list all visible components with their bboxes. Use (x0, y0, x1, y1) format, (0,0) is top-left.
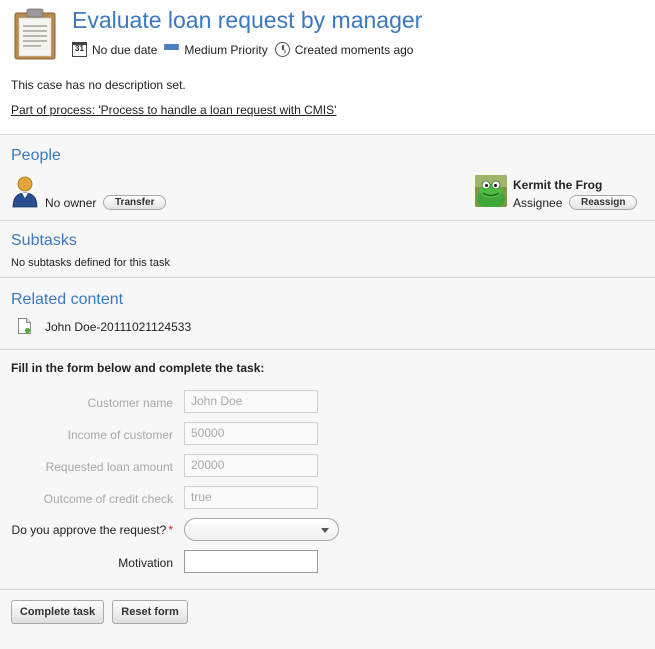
document-icon (18, 318, 31, 334)
clock-icon (274, 42, 290, 57)
assignee-name: Kermit the Frog (513, 178, 603, 192)
divider (0, 277, 655, 278)
approve-label-text: Do you approve the request? (11, 523, 167, 537)
process-link[interactable]: Part of process: 'Process to handle a lo… (11, 103, 336, 117)
people-heading: People (11, 147, 61, 164)
subtasks-heading: Subtasks (11, 232, 77, 249)
required-marker: * (168, 523, 173, 537)
priority[interactable]: Medium Priority (164, 42, 268, 57)
transfer-button[interactable]: Transfer (103, 195, 167, 210)
task-title: Evaluate loan request by manager (72, 7, 423, 33)
chevron-down-icon (321, 528, 329, 533)
customer-name-field: John Doe (184, 390, 318, 413)
credit-check-label: Outcome of credit check (43, 492, 173, 506)
divider (0, 589, 655, 590)
approve-label: Do you approve the request? * (10, 523, 173, 537)
complete-task-button[interactable]: Complete task (11, 600, 104, 624)
avatar (475, 175, 507, 207)
user-icon (12, 176, 38, 208)
loan-amount-label: Requested loan amount (45, 460, 173, 474)
created-label: Created moments ago (294, 42, 414, 57)
divider (0, 220, 655, 221)
related-heading: Related content (11, 291, 124, 308)
income-label: Income of customer (67, 428, 173, 442)
customer-name-label: Customer name (87, 396, 173, 410)
motivation-label: Motivation (118, 556, 173, 570)
created-info: Created moments ago (274, 42, 414, 57)
reset-form-button[interactable]: Reset form (112, 600, 188, 624)
assignee-role: Assignee (513, 196, 563, 210)
due-date-label: No due date (92, 42, 158, 57)
clipboard-icon (14, 8, 56, 60)
task-description: This case has no description set. (11, 78, 186, 92)
related-item[interactable]: John Doe-20111021124533 (45, 320, 191, 334)
approve-select[interactable] (184, 518, 339, 541)
reassign-button[interactable]: Reassign (569, 195, 638, 210)
loan-amount-field: 20000 (184, 454, 318, 477)
credit-check-field: true (184, 486, 318, 509)
income-field: 50000 (184, 422, 318, 445)
due-date[interactable]: 31 No due date (72, 42, 157, 57)
priority-icon (164, 44, 180, 55)
task-header: Evaluate loan request by manager 31 No d… (0, 0, 655, 68)
owner-label: No owner (45, 196, 97, 210)
divider (0, 349, 655, 350)
task-meta: 31 No due date Medium Priority Created m… (72, 42, 420, 57)
motivation-field[interactable] (184, 550, 318, 573)
subtasks-empty: No subtasks defined for this task (11, 257, 170, 269)
form-intro: Fill in the form below and complete the … (11, 361, 265, 375)
priority-label: Medium Priority (184, 42, 268, 57)
calendar-icon: 31 (72, 42, 87, 57)
description-block: This case has no description set. Part o… (0, 68, 655, 135)
